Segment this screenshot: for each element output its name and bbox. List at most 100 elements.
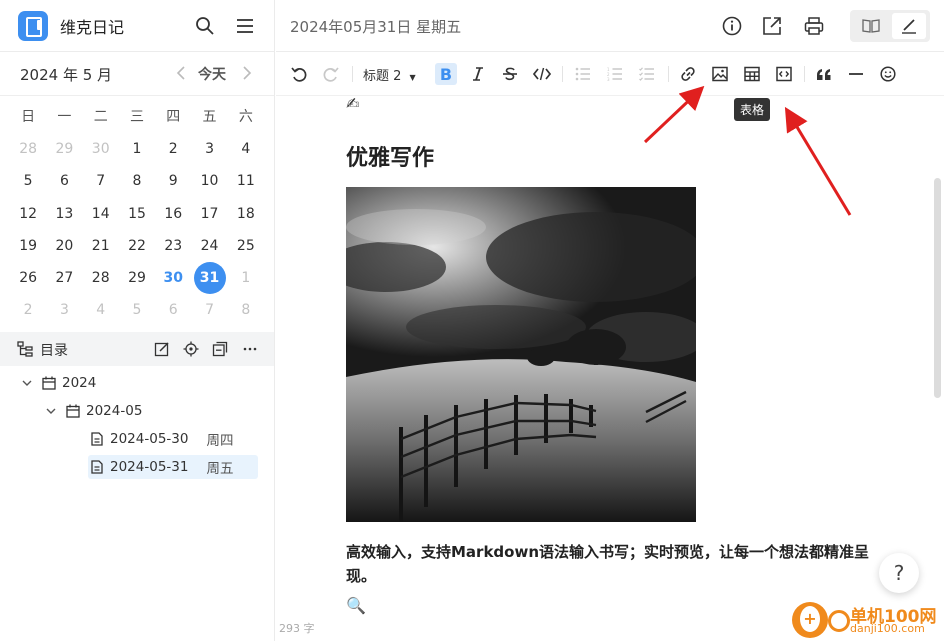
edit-icon[interactable] bbox=[152, 339, 172, 359]
editor-scrollbar[interactable] bbox=[934, 178, 941, 398]
table-icon[interactable] bbox=[741, 63, 763, 85]
locate-icon[interactable] bbox=[181, 339, 201, 359]
calendar-day[interactable]: 29 bbox=[46, 133, 82, 165]
tree-item-year[interactable]: 2024 bbox=[20, 371, 96, 395]
calendar-month-label: 2024 年 5 月 bbox=[20, 66, 113, 84]
chevron-down-icon[interactable] bbox=[44, 404, 58, 418]
calendar-day[interactable]: 7 bbox=[191, 294, 227, 326]
search-icon[interactable] bbox=[193, 14, 217, 38]
help-button[interactable]: ? bbox=[879, 553, 919, 593]
weekday-label: 五 bbox=[202, 109, 217, 126]
site-watermark: 单机100网 danji100.com bbox=[792, 600, 942, 640]
today-button[interactable]: 今天 bbox=[198, 64, 226, 84]
document-paragraph: 高效输入，支持Markdown语法输入书写；实时预览，让每一个想法都精准呈现。 bbox=[346, 543, 870, 585]
calendar-day[interactable]: 16 bbox=[155, 198, 191, 230]
tree-item-date: 2024-05-31 bbox=[110, 459, 189, 475]
calendar-day[interactable]: 4 bbox=[228, 133, 264, 165]
calendar-day[interactable]: 8 bbox=[228, 294, 264, 326]
calendar-day[interactable]: 4 bbox=[83, 294, 119, 326]
calendar-day[interactable]: 29 bbox=[119, 262, 155, 294]
calendar-day-selected[interactable]: 31 bbox=[191, 262, 227, 295]
code-block-icon[interactable] bbox=[773, 63, 795, 85]
word-count: 293 字 bbox=[279, 622, 315, 635]
calendar-day[interactable]: 28 bbox=[83, 262, 119, 294]
calendar-day[interactable]: 26 bbox=[10, 262, 46, 294]
calendar-day[interactable]: 1 bbox=[228, 262, 264, 294]
main-header: 2024年05月31日 星期五 bbox=[276, 0, 944, 52]
calendar-day[interactable]: 21 bbox=[83, 230, 119, 262]
calendar-header: 2024 年 5 月 今天 bbox=[0, 52, 274, 96]
tree-item-month[interactable]: 2024-05 bbox=[44, 399, 142, 423]
undo-icon[interactable] bbox=[288, 63, 310, 85]
landscape-photo bbox=[346, 187, 696, 522]
print-icon[interactable] bbox=[802, 14, 826, 38]
weekday-label: 二 bbox=[93, 109, 108, 126]
calendar-day[interactable]: 5 bbox=[10, 165, 46, 197]
tree-item-weekday: 周四 bbox=[206, 433, 234, 449]
image-icon[interactable] bbox=[709, 63, 731, 85]
calendar-week-row: 28 29 30 1 2 3 4 bbox=[10, 133, 264, 165]
calendar-day[interactable]: 27 bbox=[46, 262, 82, 294]
calendar-day[interactable]: 22 bbox=[119, 230, 155, 262]
calendar-day[interactable]: 3 bbox=[191, 133, 227, 165]
menu-icon[interactable] bbox=[233, 14, 257, 38]
calendar-day[interactable]: 2 bbox=[10, 294, 46, 326]
tree-item-label: 2024-05 bbox=[86, 403, 143, 419]
quote-icon[interactable] bbox=[813, 63, 835, 85]
inline-code-icon[interactable] bbox=[531, 63, 553, 85]
document-icon bbox=[90, 431, 106, 447]
read-mode-icon[interactable] bbox=[854, 13, 888, 39]
export-icon[interactable] bbox=[760, 14, 784, 38]
calendar-day[interactable]: 5 bbox=[119, 294, 155, 326]
info-icon[interactable] bbox=[720, 14, 744, 38]
calendar-day[interactable]: 23 bbox=[155, 230, 191, 262]
calendar-day[interactable]: 30 bbox=[83, 133, 119, 165]
watermark-url: danji100.com bbox=[850, 622, 925, 635]
calendar-day[interactable]: 14 bbox=[83, 198, 119, 230]
toolbar-divider bbox=[352, 66, 353, 82]
ordered-list-icon[interactable]: 123 bbox=[604, 63, 626, 85]
calendar-day[interactable]: 11 bbox=[228, 165, 264, 197]
redo-icon[interactable] bbox=[320, 63, 342, 85]
emoji-icon[interactable] bbox=[877, 63, 899, 85]
calendar-day[interactable]: 17 bbox=[191, 198, 227, 230]
chevron-right-icon[interactable] bbox=[236, 62, 258, 84]
calendar-day[interactable]: 19 bbox=[10, 230, 46, 262]
tree-item-entry[interactable]: 2024-05-30 周四 bbox=[88, 427, 239, 451]
calendar-day[interactable]: 28 bbox=[10, 133, 46, 165]
calendar-day[interactable]: 25 bbox=[228, 230, 264, 262]
calendar-day[interactable]: 6 bbox=[46, 165, 82, 197]
calendar-day[interactable]: 8 bbox=[119, 165, 155, 197]
calendar-day[interactable]: 13 bbox=[46, 198, 82, 230]
calendar-day[interactable]: 7 bbox=[83, 165, 119, 197]
horizontal-rule-icon[interactable] bbox=[845, 63, 867, 85]
weekday-label: 六 bbox=[238, 109, 253, 126]
bullet-list-icon[interactable] bbox=[572, 63, 594, 85]
calendar-day[interactable]: 12 bbox=[10, 198, 46, 230]
chevron-down-icon[interactable] bbox=[20, 376, 34, 390]
calendar-day[interactable]: 24 bbox=[191, 230, 227, 262]
calendar-day-with-entry[interactable]: 30 bbox=[155, 262, 191, 294]
calendar-day[interactable]: 1 bbox=[119, 133, 155, 165]
calendar-day[interactable]: 15 bbox=[119, 198, 155, 230]
calendar-day[interactable]: 18 bbox=[228, 198, 264, 230]
calendar-day[interactable]: 20 bbox=[46, 230, 82, 262]
calendar-day[interactable]: 10 bbox=[191, 165, 227, 197]
bold-button[interactable]: B bbox=[435, 63, 457, 85]
more-icon[interactable] bbox=[240, 339, 260, 359]
calendar-day[interactable]: 6 bbox=[155, 294, 191, 326]
task-list-icon[interactable] bbox=[636, 63, 658, 85]
writing-hand-emoji: ✍ bbox=[346, 94, 360, 113]
calendar-day[interactable]: 3 bbox=[46, 294, 82, 326]
collapse-all-icon[interactable] bbox=[210, 339, 230, 359]
italic-icon[interactable] bbox=[467, 63, 489, 85]
calendar-day[interactable]: 9 bbox=[155, 165, 191, 197]
tree-item-entry-active[interactable]: 2024-05-31 周五 bbox=[88, 455, 258, 479]
calendar-day[interactable]: 2 bbox=[155, 133, 191, 165]
editor-content[interactable]: ✍ 优雅写作 高效输入，支持Markdown语法输入书写；实时预览，让每一个想法… bbox=[276, 94, 936, 641]
heading-select[interactable]: 标题 2 ▼ bbox=[363, 65, 416, 84]
strikethrough-icon[interactable] bbox=[499, 63, 521, 85]
link-icon[interactable] bbox=[677, 63, 699, 85]
edit-mode-icon[interactable] bbox=[892, 13, 926, 39]
chevron-left-icon[interactable] bbox=[170, 62, 192, 84]
